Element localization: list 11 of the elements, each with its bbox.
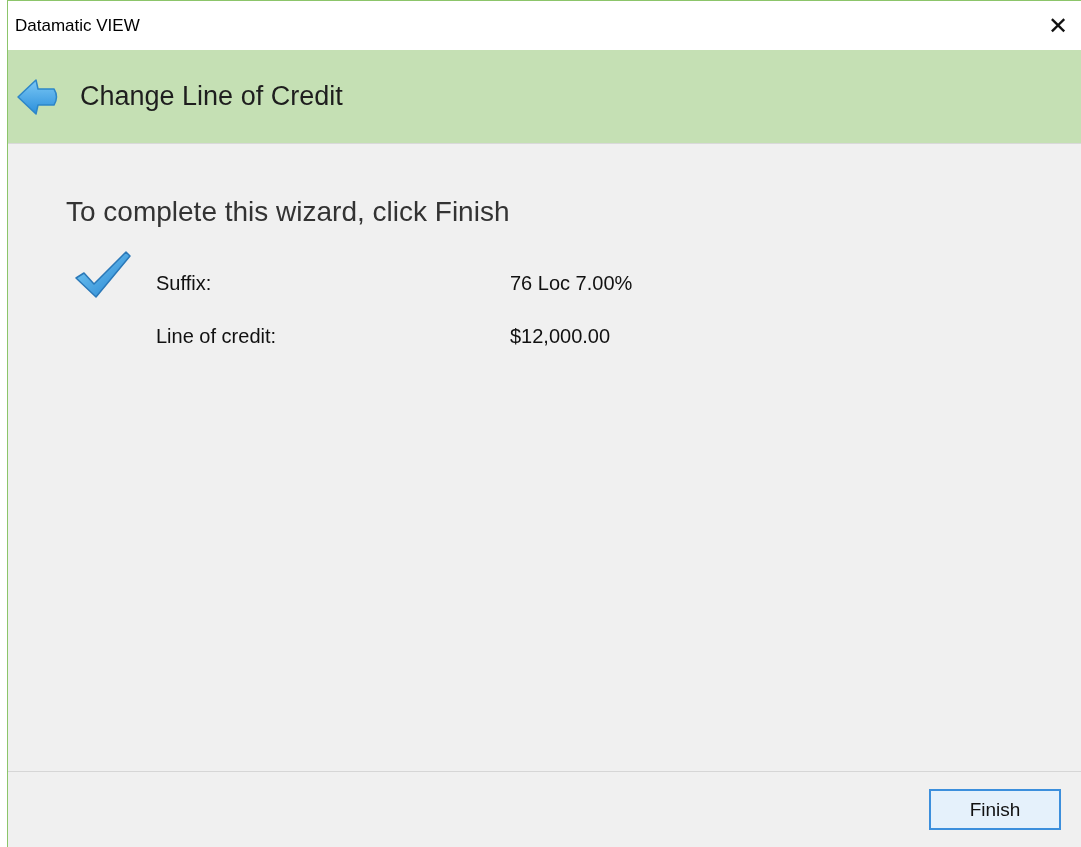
summary-label: Line of credit: bbox=[156, 325, 278, 348]
window-title: Datamatic VIEW bbox=[15, 15, 140, 36]
close-button[interactable]: ✕ bbox=[1035, 1, 1081, 50]
summary-value: $12,000.00 bbox=[510, 325, 612, 348]
wizard-heading: To complete this wizard, click Finish bbox=[66, 196, 511, 228]
summary-value: 76 Loc 7.00% bbox=[510, 272, 633, 295]
finish-button[interactable]: Finish bbox=[929, 789, 1061, 830]
checkmark-icon bbox=[74, 250, 132, 300]
wizard-title: Change Line of Credit bbox=[80, 81, 343, 112]
back-arrow-icon[interactable] bbox=[16, 76, 60, 117]
summary-label: Suffix: bbox=[156, 272, 213, 295]
